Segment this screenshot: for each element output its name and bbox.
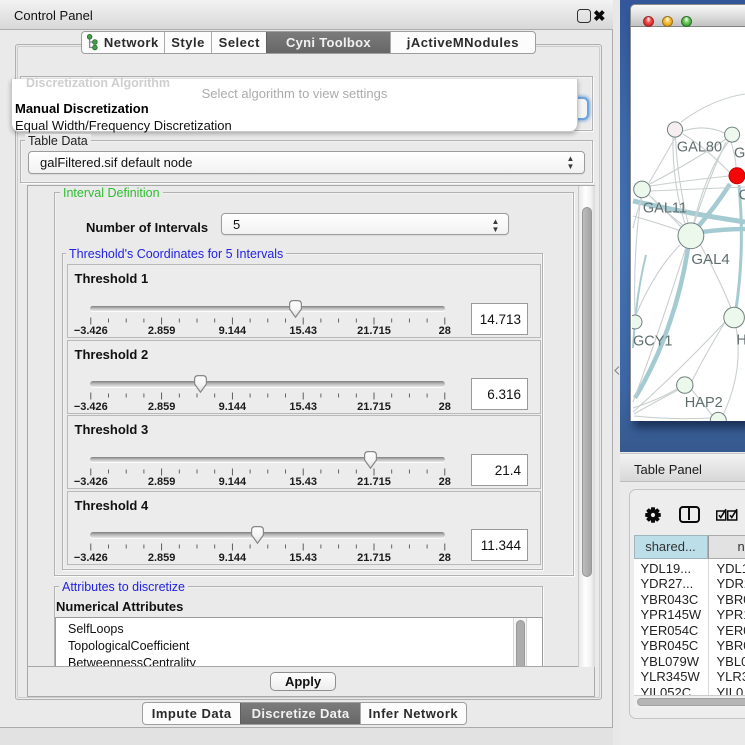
svg-text:CRM1: CRM1 [739,188,745,204]
svg-text:HIS4: HIS4 [736,333,745,349]
svg-text:GAL11: GAL11 [643,201,687,217]
svg-text:HAP2: HAP2 [685,395,723,411]
svg-text:GAL4: GAL4 [691,251,729,268]
svg-text:GAL2: GAL2 [734,146,745,162]
svg-text:GAL80: GAL80 [677,140,722,156]
svg-text:GCY1: GCY1 [633,334,673,350]
